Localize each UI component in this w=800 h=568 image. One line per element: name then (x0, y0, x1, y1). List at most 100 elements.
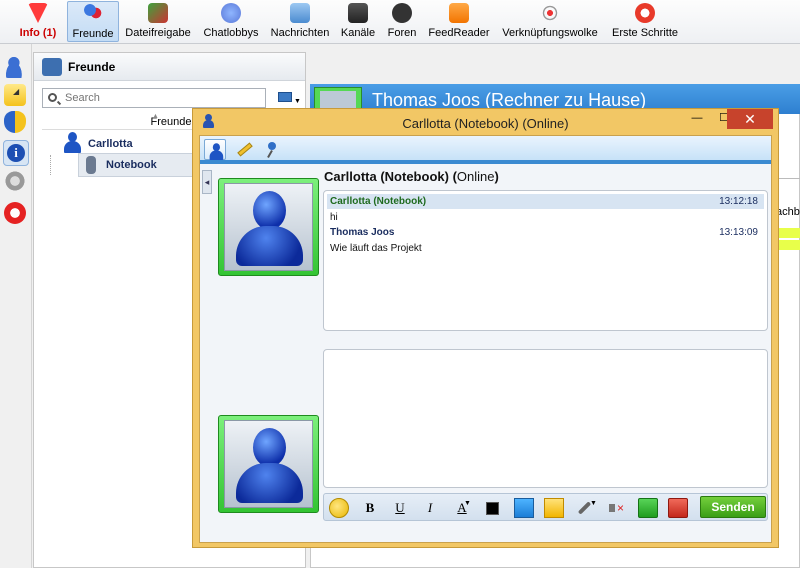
friend-person-icon (64, 132, 81, 154)
search-icon (48, 93, 57, 102)
own-avatar (218, 415, 319, 513)
friends-panel-header: Freunde (34, 53, 305, 81)
toolbar-linkcloud-button[interactable]: Verknüpfungswolke (500, 1, 600, 42)
left-sidebar: i (0, 44, 32, 568)
message-text: Wie läuft das Projekt (330, 243, 422, 254)
toolbar-forums-label: Foren (387, 27, 417, 39)
close-button[interactable]: ✕ (727, 109, 773, 129)
chevron-down-icon: ▼ (294, 98, 301, 105)
message-input[interactable] (324, 350, 767, 487)
info-icon: i (7, 144, 25, 162)
friends-panel-title: Freunde (68, 60, 116, 74)
monitor-icon (278, 92, 292, 102)
divider (776, 178, 800, 179)
collapse-sidebar-button[interactable]: ◂ (202, 170, 212, 194)
person-icon (209, 143, 224, 161)
toolbar-firststeps-label: Erste Schritte (611, 27, 679, 39)
message-header: Carllotta (Notebook) 13:12:18 (327, 194, 764, 209)
chat-status-close: ) (494, 169, 499, 184)
settings-icon[interactable] (4, 170, 26, 192)
format-toolbar: B U I A ▼ ▼ Senden (323, 493, 768, 521)
toolbar-fileshare-button[interactable]: Dateifreigabe (122, 1, 194, 42)
tree-expand-icon[interactable]: ◢ (13, 87, 19, 96)
channels-icon (348, 3, 368, 23)
compose-area[interactable] (323, 349, 768, 488)
toolbar-friends-label: Freunde (72, 28, 114, 40)
signal-icon (540, 3, 560, 23)
message-sender: Carllotta (Notebook) (330, 196, 427, 207)
toolbar-info-label: Info (1) (19, 27, 57, 39)
forums-icon (392, 3, 412, 23)
call-icon[interactable] (638, 498, 658, 518)
toolbar-messages-label: Nachrichten (270, 27, 330, 39)
toolbar-chatlobbies-label: Chatlobbys (203, 27, 259, 39)
message-text: hi (330, 212, 338, 223)
search-input[interactable] (65, 91, 260, 105)
lifebuoy-icon (635, 3, 655, 23)
chat-tools-bar (200, 136, 771, 164)
pin-icon (268, 142, 276, 150)
node-notebook-label: Notebook (106, 159, 157, 171)
tree-connector (50, 155, 51, 175)
status-bar-row (776, 240, 800, 250)
shield-icon[interactable] (4, 111, 26, 133)
message-sender: Thomas Joos (330, 227, 395, 238)
toolbar-friends-button[interactable]: Freunde (67, 1, 119, 42)
power-icon[interactable] (4, 202, 26, 224)
bold-button[interactable]: B (360, 498, 380, 518)
chat-lobby-icon (221, 3, 241, 23)
send-button[interactable]: Senden (700, 496, 766, 518)
add-friend-icon[interactable] (4, 56, 26, 78)
hangup-icon[interactable] (668, 498, 688, 518)
toolbar-chatlobbies-button[interactable]: Chatlobbys (200, 1, 262, 42)
toolbar-fileshare-label: Dateifreigabe (125, 27, 191, 39)
toolbar-linkcloud-label: Verknüpfungswolke (502, 27, 598, 39)
device-icon (86, 156, 96, 174)
messages-icon (290, 3, 310, 23)
friend-carllotta[interactable]: Carllotta (88, 138, 133, 150)
chevron-down-icon: ▼ (590, 500, 597, 507)
chat-tab-pencil[interactable] (233, 139, 255, 160)
insert-image-icon[interactable] (514, 498, 534, 518)
toolbar-messages-button[interactable]: Nachrichten (268, 1, 332, 42)
chat-tab-pin[interactable] (260, 139, 282, 160)
mute-speaker-icon[interactable] (606, 498, 626, 518)
message-header: Thomas Joos 13:13:09 (327, 225, 764, 240)
toolbar-channels-label: Kanäle (340, 27, 376, 39)
chat-tab-person[interactable] (204, 139, 226, 160)
info-tab[interactable]: i (3, 140, 29, 166)
toolbar-forums-button[interactable]: Foren (384, 1, 420, 42)
chat-window-titlebar[interactable]: Carllotta (Notebook) (Online) — ☐ ✕ (193, 109, 778, 137)
chat-history[interactable]: Carllotta (Notebook) 13:12:18 hi Thomas … (323, 190, 768, 331)
friends-header-icon (42, 58, 62, 76)
italic-button[interactable]: I (420, 498, 440, 518)
chat-contact-heading: Carllotta (Notebook) (Online) (324, 169, 499, 184)
chat-body: ◂ Carllotta (Notebook) (Online) Carllott… (199, 135, 772, 543)
heart-down-icon (28, 3, 48, 23)
status-bar-row (776, 228, 800, 238)
chat-contact-name: Carllotta (Notebook) (324, 169, 449, 184)
attach-file-icon[interactable] (544, 498, 564, 518)
pencil-icon (237, 142, 253, 157)
rss-icon (449, 3, 469, 23)
underline-button[interactable]: U (390, 498, 410, 518)
minimize-button[interactable]: — (683, 109, 711, 129)
toolbar-firststeps-button[interactable]: Erste Schritte (607, 1, 683, 42)
file-share-icon (148, 3, 168, 23)
chevron-down-icon: ▼ (464, 500, 471, 507)
chat-window: Carllotta (Notebook) (Online) — ☐ ✕ ◂ Ca… (192, 108, 779, 548)
toolbar-feedreader-label: FeedReader (428, 27, 490, 39)
contact-detail-column: achb (776, 206, 800, 218)
chat-status: Online (456, 169, 495, 184)
toolbar-channels-button[interactable]: Kanäle (338, 1, 378, 42)
contact-avatar (218, 178, 319, 276)
message-time: 13:12:18 (719, 196, 758, 207)
emoticon-icon[interactable] (329, 498, 349, 518)
main-toolbar: Info (1) Freunde Dateifreigabe Chatlobby… (0, 0, 800, 44)
view-mode-button[interactable]: ▼ (276, 90, 301, 106)
text-color-button[interactable] (486, 502, 499, 515)
search-box[interactable] (42, 88, 266, 108)
toolbar-info-button[interactable]: Info (1) (10, 1, 66, 42)
friends-icon (83, 4, 103, 24)
toolbar-feedreader-button[interactable]: FeedReader (426, 1, 492, 42)
